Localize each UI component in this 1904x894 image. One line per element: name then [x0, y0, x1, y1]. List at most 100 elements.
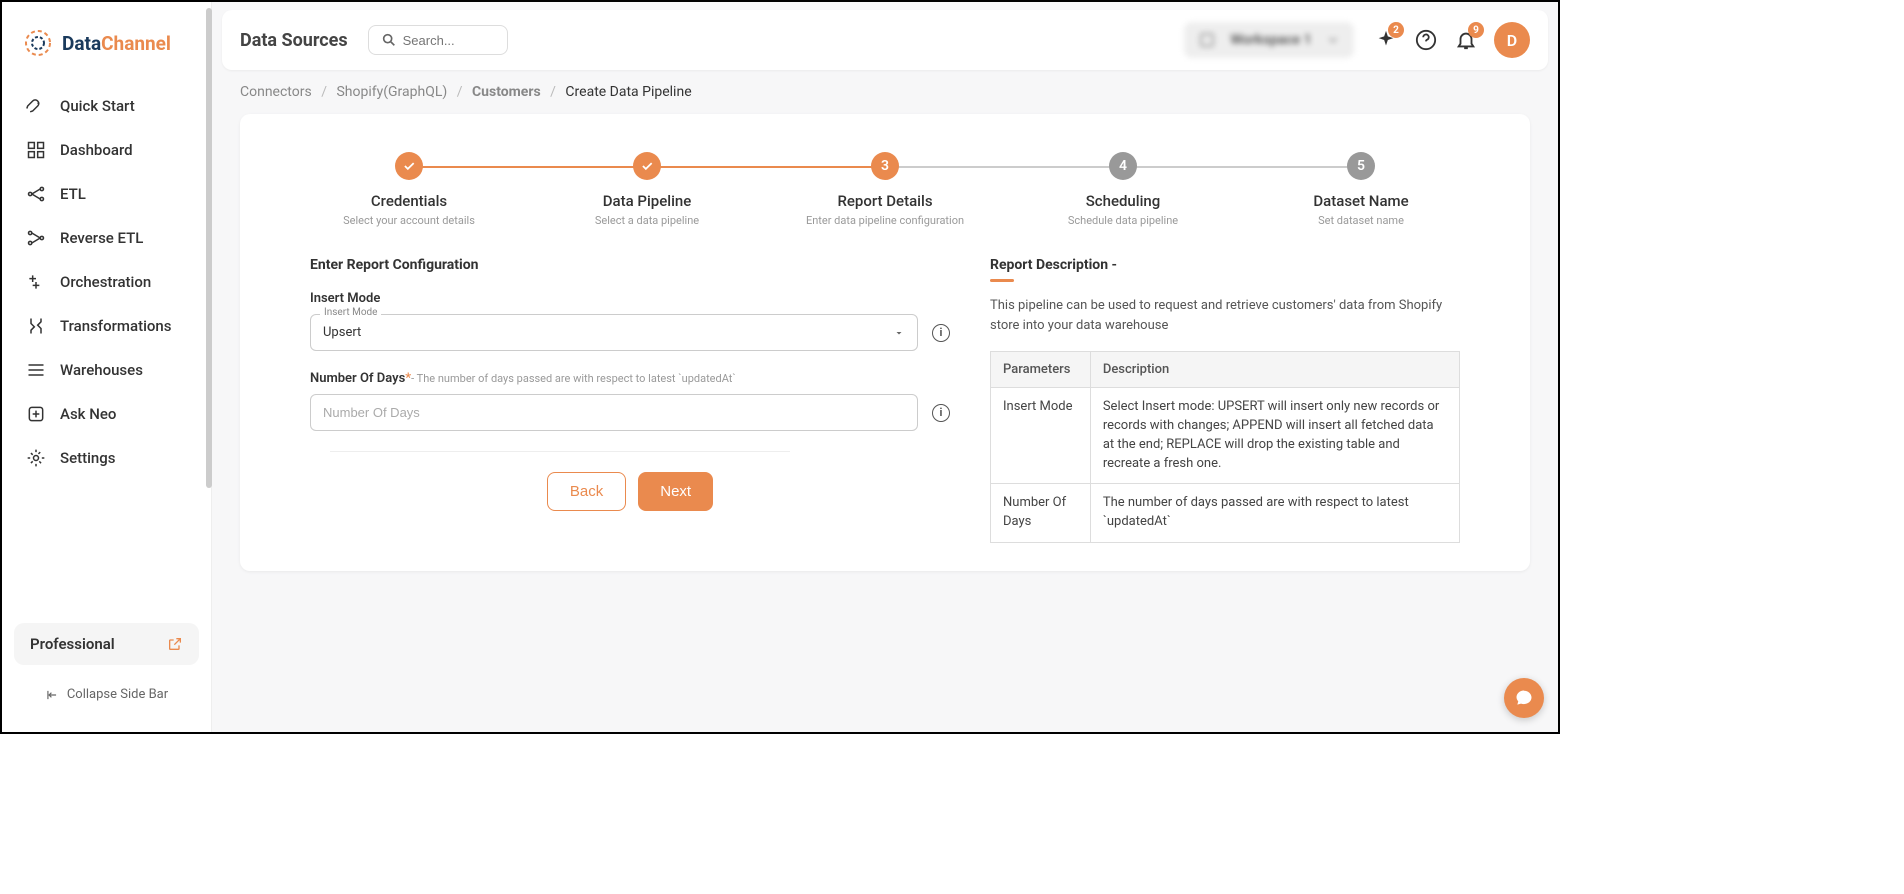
plan-box[interactable]: Professional	[14, 623, 199, 665]
avatar[interactable]: D	[1494, 22, 1530, 58]
step-title: Scheduling	[1004, 192, 1242, 210]
num-days-input[interactable]	[310, 394, 918, 431]
topbar: Data Sources Workspace 1 2	[222, 10, 1548, 70]
step-number: 4	[1109, 152, 1137, 180]
sidebar-item-orchestration[interactable]: Orchestration	[12, 260, 201, 304]
help-icon	[1415, 29, 1437, 51]
page-title: Data Sources	[240, 30, 348, 51]
step-subtitle: Select your account details	[290, 214, 528, 227]
chat-fab[interactable]	[1504, 678, 1544, 718]
sparkle-button[interactable]: 2	[1374, 28, 1398, 52]
sparkle-badge: 2	[1388, 22, 1404, 38]
sidebar-item-transformations[interactable]: Transformations	[12, 304, 201, 348]
search-input[interactable]	[403, 33, 495, 48]
report-config-form: Enter Report Configuration Insert Mode I…	[310, 257, 950, 543]
chevron-down-icon	[1326, 33, 1340, 47]
sidebar-item-dashboard[interactable]: Dashboard	[12, 128, 201, 172]
sidebar-item-label: Ask Neo	[60, 405, 116, 423]
next-button[interactable]: Next	[638, 472, 713, 511]
step-number: 5	[1347, 152, 1375, 180]
rocket-icon	[26, 96, 46, 116]
workspace-name: Workspace 1	[1230, 32, 1311, 48]
sidebar-item-warehouses[interactable]: Warehouses	[12, 348, 201, 392]
step-report-details[interactable]: 3 Report Details Enter data pipeline con…	[766, 152, 1004, 227]
orchestration-icon	[26, 272, 46, 292]
plan-label: Professional	[30, 635, 115, 653]
bell-badge: 9	[1468, 22, 1484, 38]
insert-mode-label: Insert Mode	[310, 291, 950, 306]
info-icon[interactable]: i	[932, 324, 950, 342]
table-header: Parameters	[991, 352, 1091, 388]
step-subtitle: Schedule data pipeline	[1004, 214, 1242, 227]
step-dataset-name[interactable]: 5 Dataset Name Set dataset name	[1242, 152, 1480, 227]
breadcrumb-link[interactable]: Customers	[472, 84, 541, 100]
param-name: Number Of Days	[991, 484, 1091, 543]
collapse-sidebar-button[interactable]: Collapse Side Bar	[14, 677, 199, 712]
breadcrumb-current: Create Data Pipeline	[565, 84, 691, 100]
etl-icon	[26, 184, 46, 204]
check-icon	[640, 159, 654, 173]
breadcrumb-link[interactable]: Connectors	[240, 84, 312, 100]
main: Data Sources Workspace 1 2	[212, 2, 1558, 732]
external-link-icon	[167, 636, 183, 652]
sidebar-item-label: ETL	[60, 185, 86, 203]
search-icon	[381, 32, 397, 48]
sidebar-item-label: Settings	[60, 449, 116, 467]
search-field[interactable]	[368, 25, 508, 55]
table-row: Insert Mode Select Insert mode: UPSERT w…	[991, 388, 1460, 484]
step-credentials[interactable]: Credentials Select your account details	[290, 152, 528, 227]
sidebar-item-reverse-etl[interactable]: Reverse ETL	[12, 216, 201, 260]
stepper: Credentials Select your account details …	[290, 152, 1480, 227]
step-subtitle: Enter data pipeline configuration	[766, 214, 1004, 227]
notifications-button[interactable]: 9	[1454, 28, 1478, 52]
table-header: Description	[1090, 352, 1459, 388]
insert-mode-select[interactable]: Upsert	[310, 314, 918, 351]
step-subtitle: Set dataset name	[1242, 214, 1480, 227]
nav: Quick Start Dashboard ETL Reverse ETL Or…	[2, 74, 211, 613]
step-title: Dataset Name	[1242, 192, 1480, 210]
sidebar-item-label: Transformations	[60, 317, 171, 335]
divider	[330, 451, 790, 452]
back-button[interactable]: Back	[547, 472, 626, 511]
sidebar-item-etl[interactable]: ETL	[12, 172, 201, 216]
chat-icon	[1514, 688, 1534, 708]
logo-icon	[22, 27, 54, 59]
breadcrumb: Connectors / Shopify(GraphQL) / Customer…	[240, 84, 1530, 100]
step-data-pipeline[interactable]: Data Pipeline Select a data pipeline	[528, 152, 766, 227]
form-section-title: Enter Report Configuration	[310, 257, 950, 273]
description-text: This pipeline can be used to request and…	[990, 296, 1460, 335]
report-description-panel: Report Description - This pipeline can b…	[990, 257, 1460, 543]
reverse-etl-icon	[26, 228, 46, 248]
description-title: Report Description -	[990, 257, 1460, 273]
gear-icon	[26, 448, 46, 468]
workspace-icon	[1198, 31, 1216, 49]
sidebar-item-ask-neo[interactable]: Ask Neo	[12, 392, 201, 436]
logo-text: DataChannel	[62, 32, 171, 55]
workspace-selector[interactable]: Workspace 1	[1184, 22, 1354, 58]
step-scheduling[interactable]: 4 Scheduling Schedule data pipeline	[1004, 152, 1242, 227]
table-row: Number Of Days The number of days passed…	[991, 484, 1460, 543]
sidebar-item-quick-start[interactable]: Quick Start	[12, 84, 201, 128]
sidebar-item-label: Dashboard	[60, 141, 133, 159]
breadcrumb-link[interactable]: Shopify(GraphQL)	[336, 84, 447, 100]
sidebar: DataChannel Quick Start Dashboard ETL Re…	[2, 2, 212, 732]
sidebar-item-settings[interactable]: Settings	[12, 436, 201, 480]
param-desc: The number of days passed are with respe…	[1090, 484, 1459, 543]
sidebar-item-label: Quick Start	[60, 97, 135, 115]
param-name: Insert Mode	[991, 388, 1091, 484]
transformations-icon	[26, 316, 46, 336]
step-subtitle: Select a data pipeline	[528, 214, 766, 227]
info-icon[interactable]: i	[932, 404, 950, 422]
title-underline	[990, 279, 1014, 282]
step-title: Report Details	[766, 192, 1004, 210]
brand-logo[interactable]: DataChannel	[2, 12, 211, 74]
sidebar-item-label: Orchestration	[60, 273, 151, 291]
sidebar-item-label: Reverse ETL	[60, 229, 143, 247]
check-icon	[402, 159, 416, 173]
help-button[interactable]	[1414, 28, 1438, 52]
ask-neo-icon	[26, 404, 46, 424]
insert-mode-value: Upsert	[323, 325, 361, 340]
insert-mode-float-label: Insert Mode	[320, 307, 381, 318]
step-number: 3	[871, 152, 899, 180]
collapse-icon	[45, 688, 59, 702]
